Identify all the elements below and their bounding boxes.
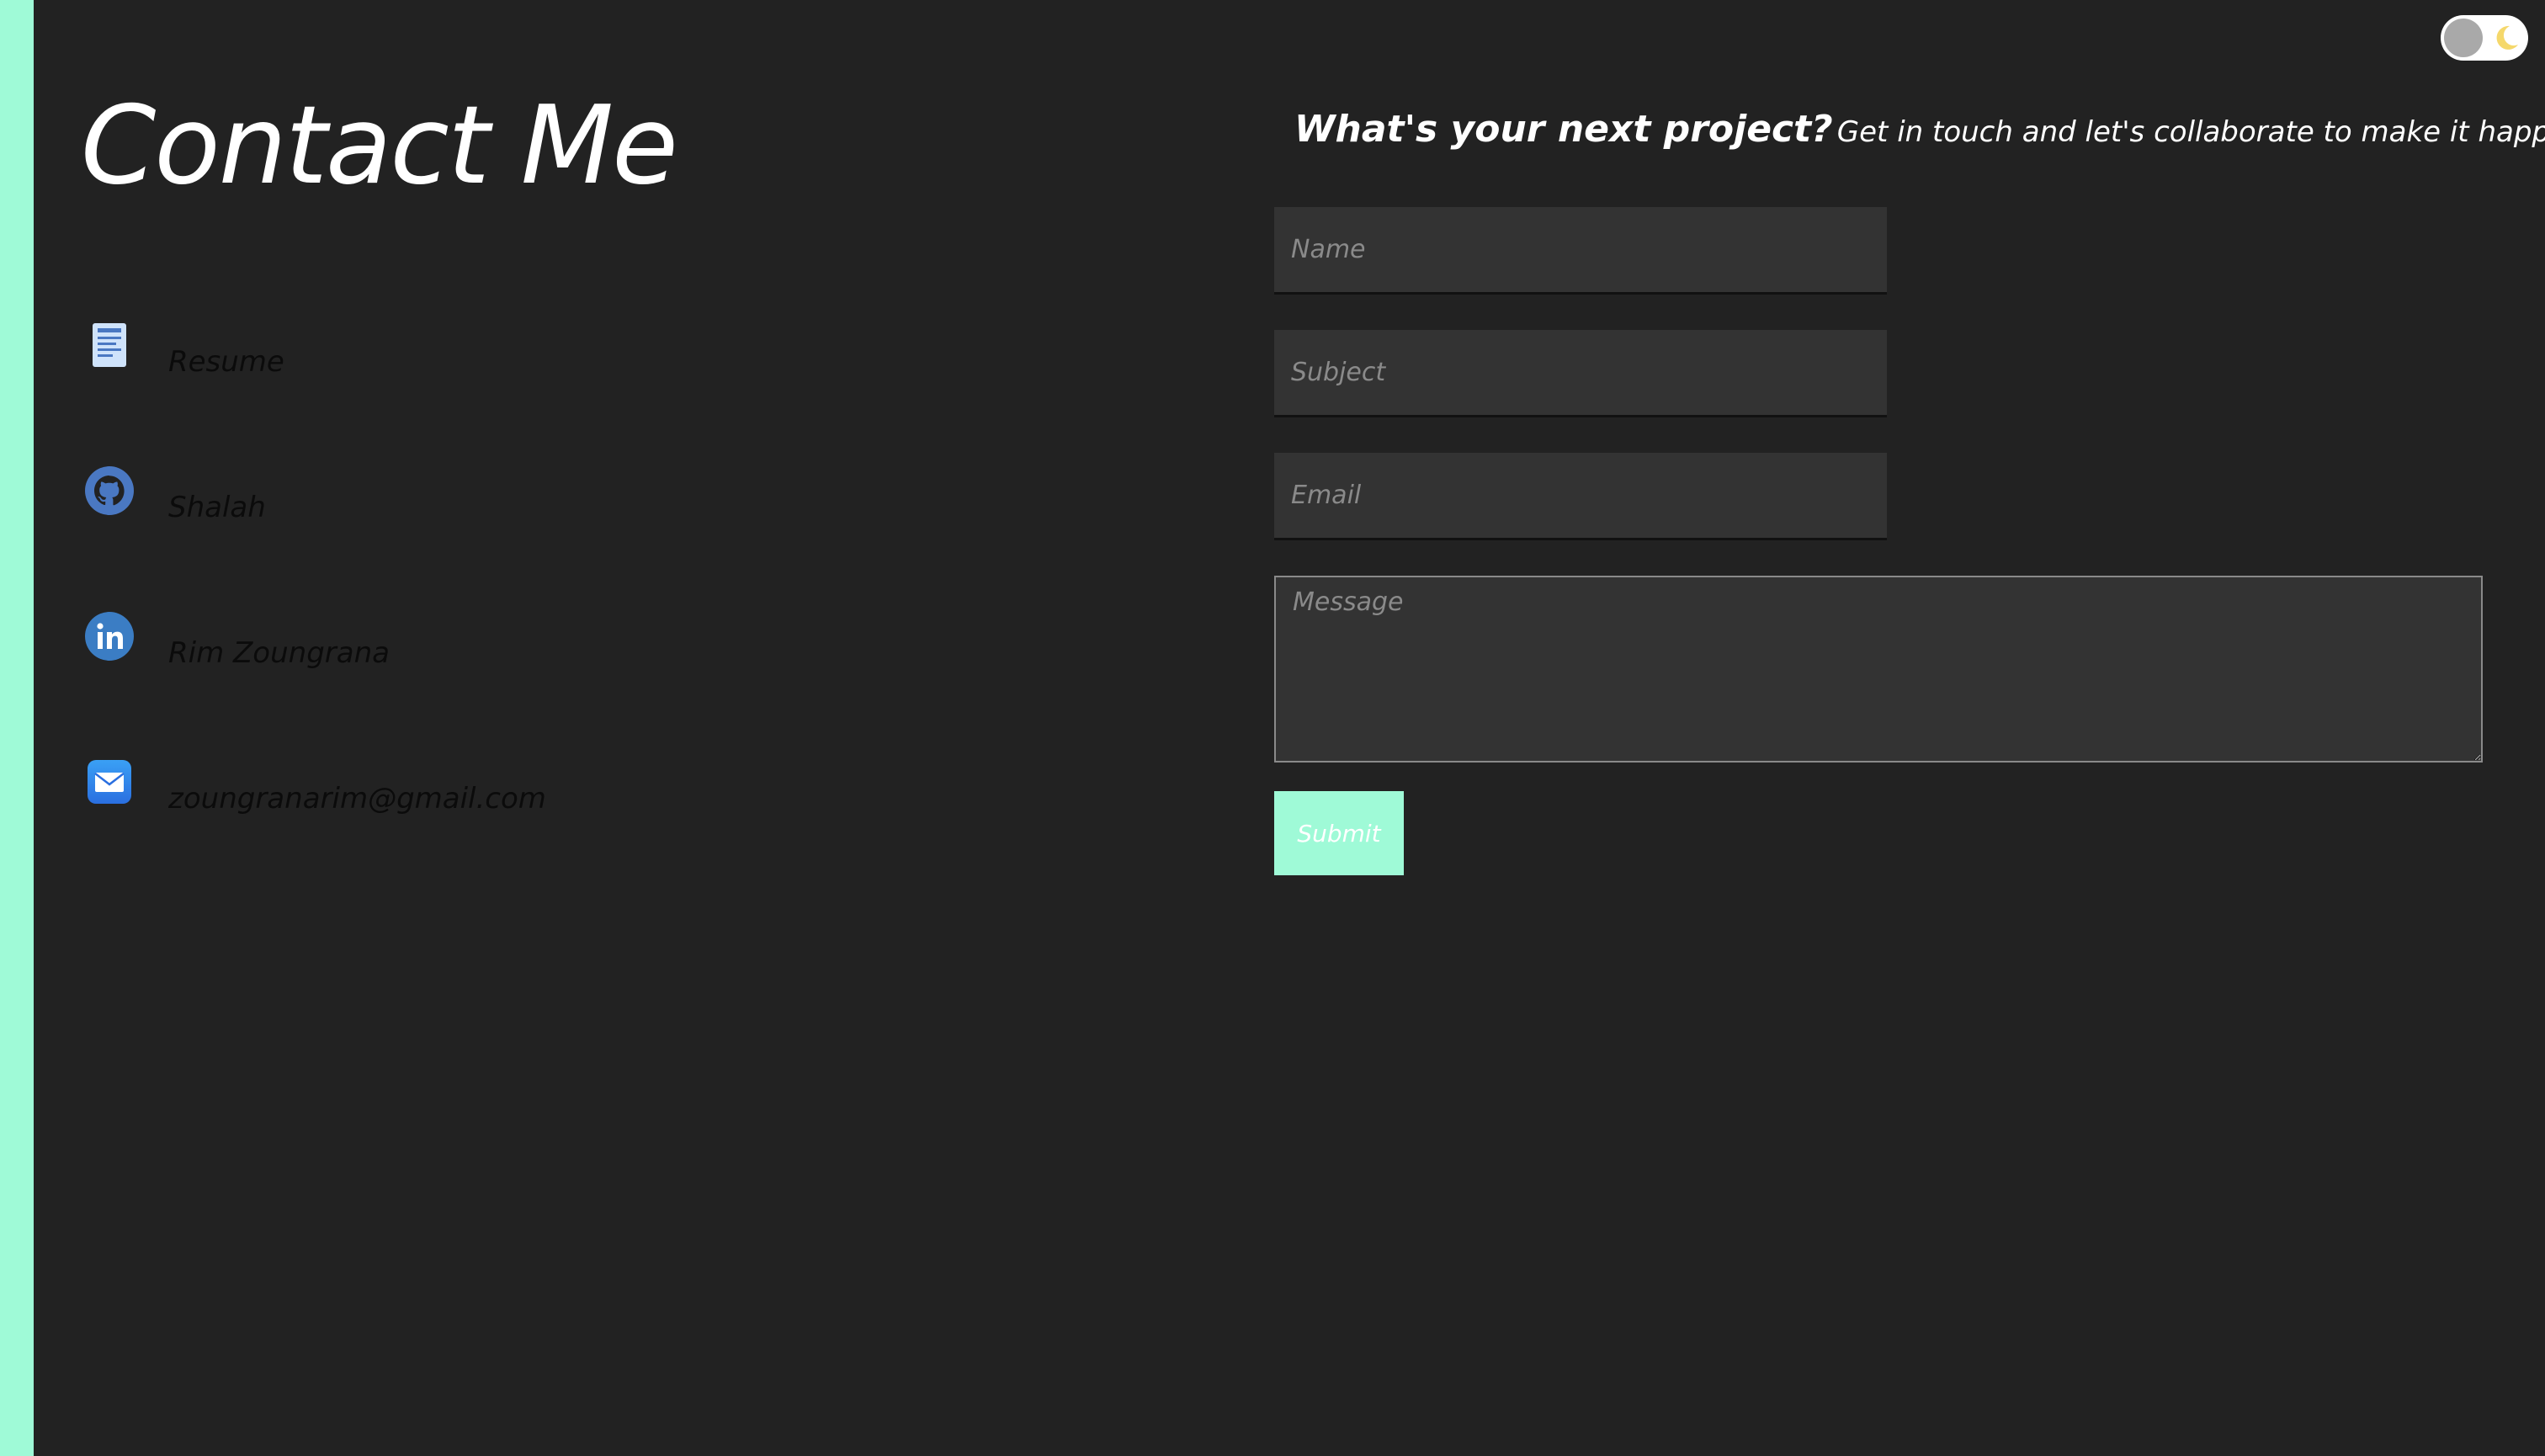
toggle-knob: [2444, 19, 2483, 57]
linkedin-icon: [84, 611, 135, 662]
subject-input[interactable]: [1274, 330, 1887, 417]
tagline-heading: What's your next project?: [1294, 108, 1833, 151]
document-icon: [84, 320, 135, 370]
mail-icon: [84, 757, 135, 807]
contact-label-linkedin: Rim Zoungrana: [168, 636, 390, 670]
moon-icon: [2489, 22, 2521, 54]
theme-toggle[interactable]: [2441, 15, 2528, 61]
email-input[interactable]: [1274, 453, 1887, 540]
github-icon: [84, 465, 135, 516]
accent-sidebar: [0, 0, 34, 1456]
page-title: Contact Me: [81, 83, 678, 209]
contact-label-resume: Resume: [168, 345, 284, 379]
contact-page: Contact Me Resume Shalah Rim Zoungrana z…: [0, 0, 2545, 1456]
contact-label-email: zoungranarim@gmail.com: [168, 782, 546, 816]
message-textarea[interactable]: [1274, 576, 2483, 763]
submit-button[interactable]: Submit: [1274, 791, 1404, 875]
tagline-subtext: Get in touch and let's collaborate to ma…: [1836, 115, 2545, 149]
name-input[interactable]: [1274, 207, 1887, 295]
contact-label-github: Shalah: [168, 491, 266, 524]
form-tagline: What's your next project? Get in touch a…: [1294, 108, 2545, 151]
